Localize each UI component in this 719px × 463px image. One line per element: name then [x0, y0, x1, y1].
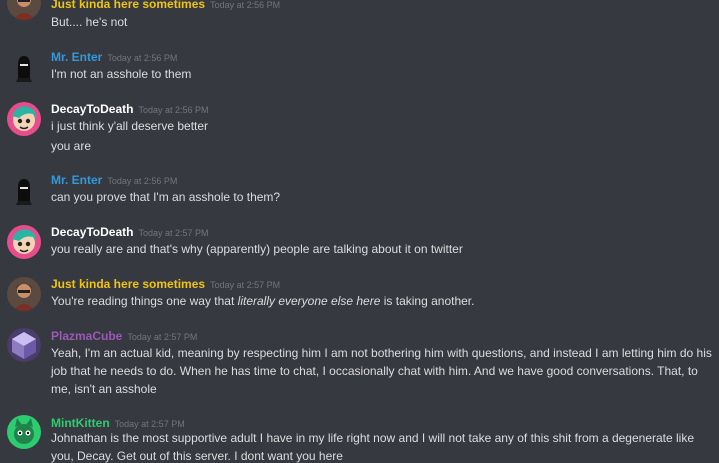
username[interactable]: DecayToDeath	[51, 225, 133, 239]
username[interactable]: PlazmaCube	[51, 329, 122, 343]
message-text: Yeah, I'm an actual kid, meaning by resp…	[51, 346, 712, 396]
avatar-image	[7, 102, 41, 136]
message-text: i just think y'all deserve better	[51, 119, 209, 133]
user-avatar[interactable]	[7, 0, 41, 20]
message-text: can you prove that I'm an asshole to the…	[51, 190, 281, 204]
message-text: you are	[51, 139, 92, 153]
username[interactable]: DecayToDeath	[51, 102, 133, 116]
timestamp: Today at 2:57 PM	[127, 332, 198, 342]
avatar-image	[7, 0, 41, 20]
timestamp: Today at 2:56 PM	[107, 53, 178, 63]
message-text: Johnathan is the most supportive adult I…	[51, 431, 695, 463]
user-avatar[interactable]	[7, 415, 41, 449]
message-text: I'm not an asshole to them	[51, 67, 192, 81]
avatar-image	[7, 328, 41, 362]
avatar-image	[7, 277, 41, 311]
timestamp: Today at 2:57 PM	[114, 419, 185, 429]
user-avatar[interactable]	[7, 328, 41, 362]
timestamp: Today at 2:56 PM	[107, 176, 178, 186]
timestamp: Today at 2:56 PM	[138, 105, 209, 115]
username[interactable]: MintKitten	[51, 416, 110, 430]
avatar-image	[7, 225, 41, 259]
user-avatar[interactable]	[7, 102, 41, 136]
avatar-image	[7, 50, 41, 84]
chat-messages: Just kinda here sometimes Today at 2:56 P…	[0, 0, 719, 463]
text-segment: is taking another.	[380, 294, 475, 308]
italic-text: literally everyone else here	[237, 294, 381, 308]
avatar-image	[7, 173, 41, 207]
avatar-image	[7, 415, 41, 449]
user-avatar[interactable]	[7, 50, 41, 84]
user-avatar[interactable]	[7, 225, 41, 259]
username[interactable]: Mr. Enter	[51, 173, 102, 187]
timestamp: Today at 2:56 PM	[210, 0, 281, 10]
message-text: you really are and that's why (apparentl…	[51, 242, 463, 256]
user-avatar[interactable]	[7, 173, 41, 207]
username[interactable]: Mr. Enter	[51, 50, 102, 64]
text-segment: You're reading things one way that	[51, 294, 238, 308]
message-text: You're reading things one way that liter…	[51, 292, 713, 310]
user-avatar[interactable]	[7, 277, 41, 311]
username[interactable]: Just kinda here sometimes	[51, 277, 205, 291]
username[interactable]: Just kinda here sometimes	[51, 0, 205, 11]
message-text: But.... he's not	[51, 15, 128, 29]
timestamp: Today at 2:57 PM	[138, 228, 209, 238]
timestamp: Today at 2:57 PM	[210, 280, 281, 290]
